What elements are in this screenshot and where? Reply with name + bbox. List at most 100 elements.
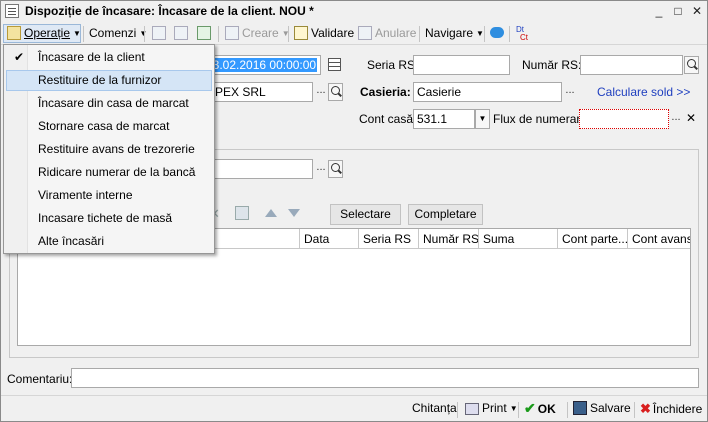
operatie-dropdown-menu: ✔ Încasare de la client Restituire de la… [3, 44, 215, 254]
operatie-menu-button[interactable]: Operație ▼ [3, 24, 81, 43]
anulare-label: Anulare [375, 26, 417, 40]
menu-item-ridicare-numerar[interactable]: Ridicare numerar de la bancă [6, 162, 212, 183]
toolbar-separator [144, 26, 145, 42]
table-header[interactable]: Cont avans [628, 229, 690, 249]
chevron-down-icon: ▼ [509, 404, 518, 413]
list-button[interactable] [171, 24, 194, 43]
creare-menu-button[interactable]: Creare ▼ [222, 24, 293, 43]
calendar-icon[interactable] [328, 58, 341, 71]
table-header[interactable]: Seria RS [359, 229, 419, 249]
casieria-label: Casieria: [360, 85, 411, 99]
numar-rs-label: Număr RS: [522, 58, 582, 72]
search-icon[interactable] [684, 56, 699, 74]
menu-item-label: Alte încasări [38, 234, 105, 248]
seria-rs-field[interactable] [413, 55, 510, 75]
casieria-dots-button[interactable]: ... [563, 82, 577, 102]
search-icon[interactable] [328, 160, 343, 178]
table-header[interactable]: Cont parte... [558, 229, 628, 249]
menu-item-label: Ridicare numerar de la bancă [38, 165, 196, 179]
search-icon[interactable] [328, 83, 343, 101]
comments-button[interactable] [487, 24, 507, 43]
toolbar-separator [509, 26, 510, 42]
inchidere-button[interactable]: ✖ Închidere [637, 399, 705, 418]
navigare-menu-button[interactable]: Navigare ▼ [422, 24, 487, 43]
table-header[interactable]: Suma [479, 229, 558, 249]
flux-numerar-label: Flux de numerar: [493, 112, 584, 126]
ok-label: OK [537, 402, 556, 416]
comenzi-label: Comenzi [89, 26, 137, 40]
validare-label: Validare [311, 26, 355, 40]
toolbar-separator [419, 26, 420, 42]
create-icon [225, 26, 239, 40]
flux-dots-button[interactable]: ... [669, 109, 683, 129]
cont-casa-dropdown-button[interactable]: ▼ [475, 109, 490, 129]
cont-casa-value: 531.1 [417, 112, 448, 126]
creare-label: Creare [242, 26, 279, 40]
numar-rs-field[interactable] [580, 55, 683, 75]
copy-icon [197, 26, 211, 40]
dialog-window: Dispoziție de încasare: Încasare de la c… [0, 0, 708, 422]
chitanta-button[interactable]: Chitanța [409, 399, 460, 418]
move-up-icon[interactable] [265, 209, 277, 217]
chevron-down-icon: ▼ [73, 29, 81, 38]
toolbar-separator [567, 402, 568, 418]
close-window-button[interactable]: ✕ [689, 3, 705, 19]
menu-item-incasare-client[interactable]: ✔ Încasare de la client [6, 47, 212, 68]
calculare-sold-link[interactable]: Calculare sold >> [597, 85, 690, 99]
speech-bubble-icon [490, 27, 504, 38]
move-down-icon[interactable] [288, 209, 300, 217]
save-row-icon[interactable] [235, 206, 249, 220]
comenzi-menu-button[interactable]: Comenzi▼ [86, 24, 150, 43]
casieria-field[interactable]: Casierie [413, 82, 562, 102]
title-bar: Dispoziție de încasare: Încasare de la c… [1, 1, 707, 22]
menu-item-incasare-casa-marcat[interactable]: Încasare din casa de marcat [6, 93, 212, 114]
menu-item-label: Viramente interne [38, 188, 133, 202]
toolbar-separator [288, 26, 289, 42]
cont-casa-field[interactable]: 531.1 [413, 109, 475, 129]
completare-button[interactable]: Completare [408, 204, 483, 225]
menu-item-label: Stornare casa de marcat [38, 119, 170, 133]
inchidere-label: Închidere [652, 402, 703, 416]
selectare-button[interactable]: Selectare [330, 204, 401, 225]
menu-item-stornare-casa-marcat[interactable]: Stornare casa de marcat [6, 116, 212, 137]
partner-dots-button[interactable]: ... [314, 82, 328, 102]
flux-numerar-field[interactable] [579, 109, 669, 129]
floppy-disk-icon [573, 401, 587, 415]
printer-icon [465, 403, 479, 415]
validare-button[interactable]: Validare [291, 24, 357, 43]
toolbar: Operație▼ Comenzi▼ Creare▼ Validare Anul… [1, 22, 707, 45]
menu-item-label: Incasare tichete de masă [38, 211, 173, 225]
filter-dots-button[interactable]: ... [314, 159, 328, 179]
menu-item-tichete-masa[interactable]: Incasare tichete de masă [6, 208, 212, 229]
navigare-label: Navigare [425, 26, 474, 40]
menu-item-viramente-interne[interactable]: Viramente interne [6, 185, 212, 206]
print-menu-button[interactable]: Print ▼ [462, 399, 521, 418]
checkmark-icon: ✔ [524, 400, 536, 416]
date-field[interactable]: 03.02.2016 00:00:00 [201, 55, 321, 75]
ok-button[interactable]: ✔ OK [521, 399, 559, 418]
toolbar-separator [218, 26, 219, 42]
checkmark-icon: ✔ [14, 50, 25, 64]
table-header[interactable]: Data [300, 229, 359, 249]
table-header[interactable]: Număr RS [419, 229, 479, 249]
operation-icon [7, 26, 21, 40]
copy-button[interactable] [194, 24, 217, 43]
operatie-label: Operație [24, 26, 71, 40]
close-red-icon: ✖ [640, 401, 651, 416]
comment-field[interactable] [71, 368, 699, 388]
new-document-button[interactable] [149, 24, 172, 43]
clear-icon[interactable]: ✕ [684, 111, 698, 125]
anulare-button[interactable]: Anulare [355, 24, 419, 43]
minimize-button[interactable]: _ [651, 3, 667, 19]
comment-label: Comentariu: [7, 372, 73, 386]
menu-item-restituire-furnizor[interactable]: Restituire de la furnizor [6, 70, 212, 91]
salvare-button[interactable]: Salvare [570, 399, 634, 418]
menu-item-restituire-avans[interactable]: Restituire avans de trezorerie [6, 139, 212, 160]
filter-field[interactable] [201, 159, 313, 179]
menu-item-alte-incasari[interactable]: Alte încasări [6, 231, 212, 252]
partner-field[interactable]: MPEX SRL [201, 82, 313, 102]
date-value: 03.02.2016 00:00:00 [205, 58, 318, 72]
maximize-button[interactable]: □ [670, 3, 686, 19]
menu-item-label: Încasare din casa de marcat [38, 96, 189, 110]
dt-ct-button[interactable]: Dt Ct [513, 24, 531, 43]
